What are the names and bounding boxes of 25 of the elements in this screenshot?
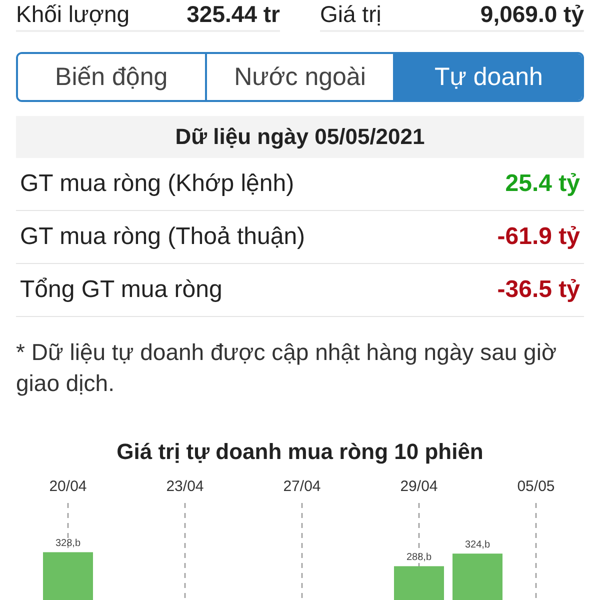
footnote: * Dữ liệu tự doanh được cập nhật hàng ngày sau giờ giao dịch. bbox=[16, 338, 558, 398]
axis-label: 05/05 bbox=[517, 478, 555, 495]
bar-value-label: 288,b bbox=[406, 552, 432, 564]
chart-title: Giá trị tự doanh mua ròng 10 phiên bbox=[116, 439, 484, 465]
data-date-header: Dữ liệu ngày 05/05/2021 bbox=[16, 116, 584, 158]
row-value: -61.9 tỷ bbox=[497, 223, 580, 251]
summary-label: Giá trị bbox=[320, 0, 382, 28]
axis-label: 23/04 bbox=[166, 478, 204, 495]
axis-label: 29/04 bbox=[400, 478, 438, 495]
row-value: -36.5 tỷ bbox=[497, 276, 580, 304]
summary-value: 9,069.0 tỷ bbox=[480, 0, 584, 28]
tab[interactable]: Tự doanh bbox=[393, 54, 582, 100]
axis-label: 27/04 bbox=[283, 478, 321, 495]
row-label: GT mua ròng (Thoả thuận) bbox=[20, 223, 306, 251]
summary-label: Khối lượng bbox=[16, 0, 130, 28]
bar-value-label: 324,b bbox=[464, 540, 490, 551]
row-value: 25.4 tỷ bbox=[505, 170, 580, 198]
row-label: GT mua ròng (Khớp lệnh) bbox=[20, 170, 294, 198]
row-label: Tổng GT mua ròng bbox=[20, 276, 222, 304]
bar-value-label: 328,b bbox=[55, 538, 81, 550]
bar bbox=[43, 552, 93, 600]
axis-label: 20/04 bbox=[49, 478, 87, 495]
summary-value: 325.44 tr bbox=[186, 0, 280, 28]
bar bbox=[394, 566, 444, 600]
bar bbox=[452, 554, 502, 600]
